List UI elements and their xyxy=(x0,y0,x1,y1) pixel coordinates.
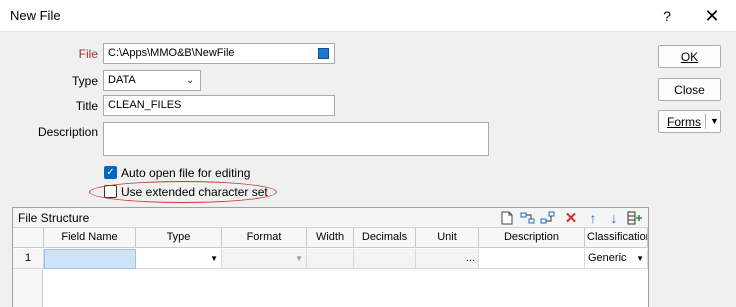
add-columns-icon[interactable] xyxy=(627,210,643,226)
checkmark-icon: ✓ xyxy=(106,167,115,178)
auto-open-label: Auto open file for editing xyxy=(121,166,251,180)
col-header-field-name[interactable]: Field Name xyxy=(44,228,136,248)
type-dropdown-icon[interactable]: ▼ xyxy=(210,249,218,268)
type-label: Type xyxy=(71,74,98,88)
col-header-type[interactable]: Type xyxy=(136,228,222,248)
new-file-icon[interactable] xyxy=(499,210,515,226)
row-header-column xyxy=(13,270,43,307)
description-textarea[interactable] xyxy=(103,122,489,156)
append-field-icon[interactable] xyxy=(540,210,556,226)
field-name-cell[interactable] xyxy=(44,249,136,269)
title-bar: New File ? ✕ xyxy=(0,0,736,32)
grid-empty-area xyxy=(13,270,648,307)
forms-button[interactable]: Forms ▼ xyxy=(658,110,721,133)
delete-icon[interactable]: ✕ xyxy=(563,210,579,227)
title-label: Title xyxy=(75,99,98,113)
classification-value: Generic xyxy=(588,252,627,264)
move-down-icon[interactable]: ↓ xyxy=(606,210,622,226)
type-cell[interactable]: ▼ xyxy=(136,249,222,269)
col-header-width[interactable]: Width xyxy=(307,228,354,248)
row-number: 1 xyxy=(13,249,44,269)
unit-cell[interactable]: ... xyxy=(416,249,479,269)
file-structure-header: File Structure ✕ ↑ ↓ xyxy=(13,208,648,228)
classification-cell[interactable]: Generic ▼ xyxy=(585,249,648,269)
col-header-unit[interactable]: Unit xyxy=(416,228,479,248)
annotation-ellipse xyxy=(89,181,277,203)
type-value: DATA xyxy=(108,74,136,86)
file-path-input[interactable]: C:\Apps\MMO&B\NewFile xyxy=(103,43,335,64)
browse-icon[interactable] xyxy=(318,48,329,59)
close-window-button[interactable]: ✕ xyxy=(697,3,727,29)
description-cell[interactable] xyxy=(479,249,585,269)
unit-browse-button[interactable]: ... xyxy=(466,249,475,268)
col-header-format[interactable]: Format xyxy=(222,228,307,248)
forms-button-label: Forms xyxy=(667,114,701,129)
help-icon: ? xyxy=(663,8,671,24)
col-header-description[interactable]: Description xyxy=(479,228,585,248)
classification-dropdown-icon[interactable]: ▼ xyxy=(636,249,644,268)
chevron-down-icon[interactable]: ⌄ xyxy=(186,75,194,86)
ok-button[interactable]: OK xyxy=(658,45,721,68)
file-label: File xyxy=(78,47,98,61)
format-cell[interactable]: ▼ xyxy=(222,249,307,269)
file-path-value: C:\Apps\MMO&B\NewFile xyxy=(108,47,235,59)
auto-open-checkbox[interactable]: ✓ xyxy=(104,166,117,179)
col-header-decimals[interactable]: Decimals xyxy=(354,228,416,248)
row-header-corner xyxy=(13,228,44,248)
width-cell[interactable] xyxy=(307,249,354,269)
close-button-label: Close xyxy=(674,82,705,97)
dropdown-arrow-icon[interactable]: ▼ xyxy=(710,116,719,126)
col-header-classification[interactable]: Classification xyxy=(585,228,648,248)
decimals-cell[interactable] xyxy=(354,249,416,269)
insert-field-icon[interactable] xyxy=(520,210,536,226)
file-structure-panel: File Structure ✕ ↑ ↓ Field Name Type For… xyxy=(12,207,649,307)
ok-button-label: OK xyxy=(680,49,699,64)
close-icon: ✕ xyxy=(704,5,720,26)
help-button[interactable]: ? xyxy=(652,3,682,29)
title-input[interactable]: CLEAN_FILES xyxy=(103,95,335,116)
description-label: Description xyxy=(37,125,98,139)
move-up-icon[interactable]: ↑ xyxy=(585,210,601,226)
window-title: New File xyxy=(10,8,61,23)
format-dropdown-icon[interactable]: ▼ xyxy=(295,249,303,268)
file-structure-title: File Structure xyxy=(18,211,90,225)
close-button[interactable]: Close xyxy=(658,78,721,101)
title-value: CLEAN_FILES xyxy=(108,99,182,111)
